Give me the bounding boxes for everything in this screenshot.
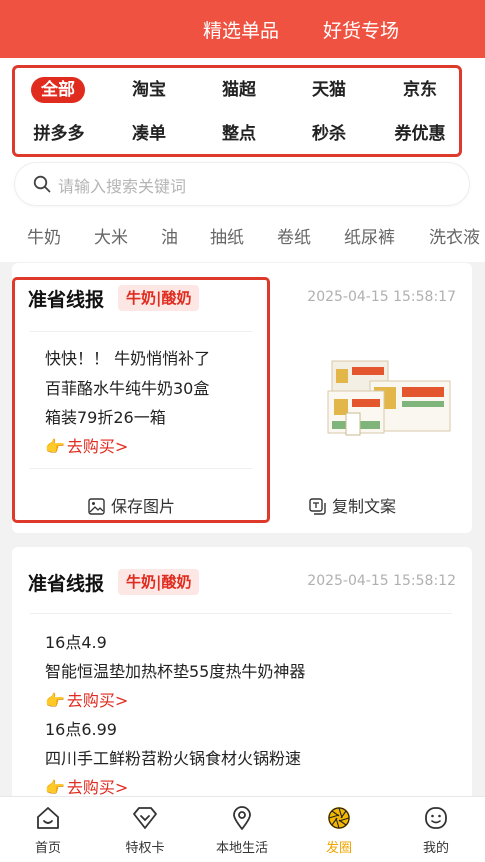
pointing-hand-icon: 👉	[45, 437, 65, 456]
nav-label: 首页	[34, 841, 61, 856]
product-image	[327, 360, 451, 436]
buy-link[interactable]: 👉 去购买>	[45, 774, 128, 798]
keyword-detergent[interactable]: 洗衣液	[429, 223, 480, 248]
keyword-diapers[interactable]: 纸尿裤	[344, 223, 395, 248]
nav-label: 发圈	[325, 841, 352, 856]
diamond-icon	[133, 807, 157, 829]
nav-label: 我的	[422, 841, 449, 856]
location-pin-icon	[233, 806, 251, 830]
nav-moments[interactable]: 发圈	[299, 805, 379, 856]
category-grid: 全部 淘宝 猫超 天猫 京东 拼多多 凑单 整点 秒杀 券优惠	[12, 65, 462, 157]
aperture-icon	[328, 807, 350, 829]
post-text-line: 16点6.99	[45, 720, 117, 739]
post-text-line: 箱装79折26一箱	[45, 408, 166, 427]
buy-link[interactable]: 👉 去购买>	[45, 687, 128, 711]
tab-featured-items[interactable]: 精选单品	[203, 16, 279, 43]
top-header: 精选单品 好货专场	[0, 0, 485, 58]
tab-good-deals[interactable]: 好货专场	[323, 16, 399, 43]
post-text-line: 快快！！ 牛奶悄悄补了	[45, 349, 211, 368]
save-image-button[interactable]: 保存图片	[88, 493, 175, 517]
keyword-toilet-roll[interactable]: 卷纸	[277, 223, 311, 248]
post-text-line: 智能恒温垫加热杯垫55度热牛奶神器	[45, 662, 306, 681]
post-text-line: 百菲酪水牛纯牛奶30盒	[45, 379, 210, 398]
search-icon	[33, 175, 51, 193]
search-input[interactable]: 请输入搜索关键词	[15, 163, 469, 205]
nav-home[interactable]: 首页	[8, 805, 88, 856]
keyword-tissue[interactable]: 抽纸	[210, 223, 244, 248]
post-timestamp: 2025-04-15 15:58:12	[307, 573, 456, 589]
post-tag: 牛奶|酸奶	[118, 569, 200, 595]
post-card: 准省线报 牛奶|酸奶 2025-04-15 15:58:17 快快！！ 牛奶悄悄…	[12, 263, 472, 533]
copy-icon	[309, 498, 326, 515]
keyword-oil[interactable]: 油	[161, 223, 178, 248]
nav-mine[interactable]: 我的	[396, 805, 476, 856]
category-tmall[interactable]: 天猫	[294, 76, 364, 104]
bottom-nav: 首页 特权卡 本地生活 发圈 我的	[0, 796, 485, 862]
pointing-hand-icon: 👉	[45, 691, 65, 710]
nav-label: 特权卡	[125, 841, 165, 856]
nav-local-life[interactable]: 本地生活	[202, 805, 282, 856]
category-maochao[interactable]: 猫超	[204, 76, 274, 104]
buy-link[interactable]: 👉 去购买>	[45, 433, 128, 457]
category-all[interactable]: 全部	[31, 77, 85, 103]
nav-label: 本地生活	[215, 841, 268, 856]
post-title: 准省线报	[28, 289, 105, 311]
nav-privilege-card[interactable]: 特权卡	[105, 805, 185, 856]
category-pinduoduo[interactable]: 拼多多	[24, 120, 94, 148]
category-flash-sale[interactable]: 秒杀	[294, 120, 364, 148]
post-text-line: 16点4.9	[45, 633, 107, 652]
post-card: 准省线报 牛奶|酸奶 2025-04-15 15:58:12 16点4.9 智能…	[12, 547, 472, 807]
post-text-line: 四川手工鲜粉苕粉火锅食材火锅粉速	[45, 749, 302, 768]
category-coupons[interactable]: 券优惠	[385, 120, 455, 148]
divider	[30, 331, 252, 332]
category-on-the-hour[interactable]: 整点	[204, 120, 274, 148]
keyword-milk[interactable]: 牛奶	[27, 223, 61, 248]
home-icon	[37, 807, 59, 829]
smiley-icon	[425, 807, 447, 829]
post-title: 准省线报	[28, 573, 105, 595]
copy-text-button[interactable]: 复制文案	[309, 493, 396, 517]
divider	[30, 613, 452, 614]
divider	[30, 468, 252, 469]
post-timestamp: 2025-04-15 15:58:17	[307, 289, 456, 305]
search-placeholder: 请输入搜索关键词	[58, 177, 187, 196]
post-tag: 牛奶|酸奶	[118, 285, 200, 311]
keyword-rice[interactable]: 大米	[94, 223, 128, 248]
category-coudan[interactable]: 凑单	[114, 120, 184, 148]
category-jd[interactable]: 京东	[385, 76, 455, 104]
pointing-hand-icon: 👉	[45, 778, 65, 797]
image-icon	[88, 498, 105, 515]
category-taobao[interactable]: 淘宝	[114, 76, 184, 104]
